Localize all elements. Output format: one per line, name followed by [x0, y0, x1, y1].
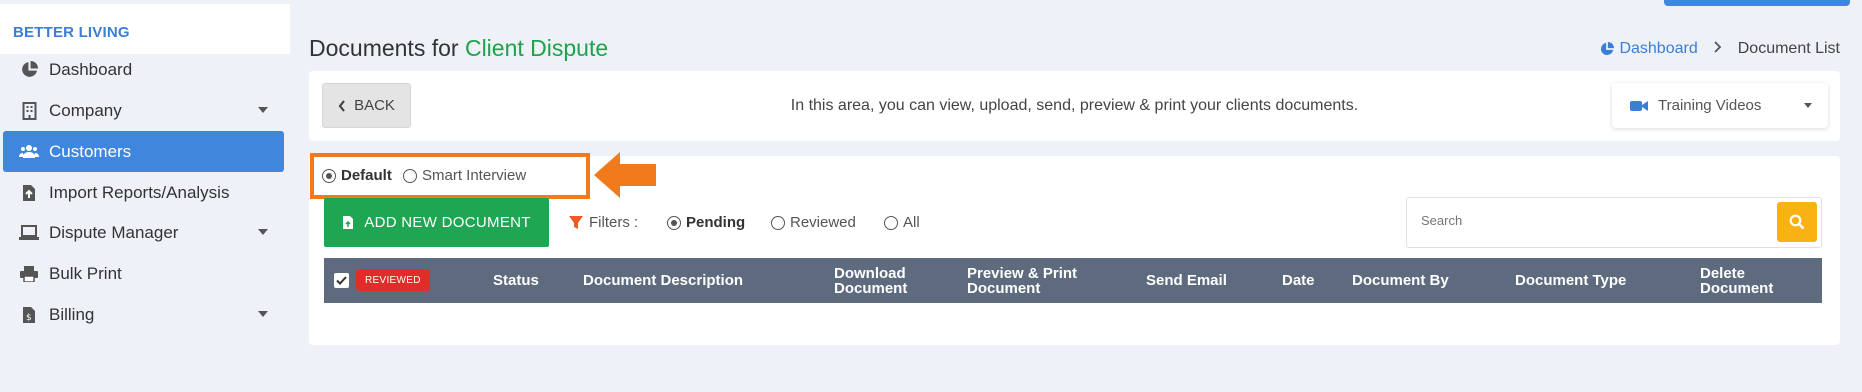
filter-icon: [569, 215, 583, 229]
check-icon: [336, 276, 347, 285]
search-box: [1406, 197, 1822, 248]
building-icon: [19, 101, 39, 121]
arrow-left-icon: [594, 152, 656, 198]
breadcrumb-home[interactable]: Dashboard: [1600, 40, 1698, 58]
column-preview-print-document: Preview & Print Document: [967, 264, 1078, 297]
back-button-label: BACK: [354, 97, 395, 114]
sidebar-item-dashboard[interactable]: Dashboard: [3, 46, 284, 93]
documents-table-header: REVIEWED Status Document Description Dow…: [324, 258, 1822, 303]
page-title-client: Client Dispute: [464, 35, 609, 61]
reviewed-badge[interactable]: REVIEWED: [356, 269, 430, 291]
column-send-email: Send Email: [1146, 272, 1227, 289]
sidebar-item-bulk-print[interactable]: Bulk Print: [3, 250, 284, 297]
filters-label-text: Filters :: [589, 214, 639, 231]
page-title: Documents for Client Dispute: [309, 35, 608, 62]
mode-default-radio[interactable]: Default: [322, 167, 392, 184]
search-button[interactable]: [1777, 202, 1817, 242]
radio-dot[interactable]: [884, 215, 898, 230]
sidebar-item-dispute-manager[interactable]: Dispute Manager: [3, 209, 284, 256]
search-icon: [1789, 214, 1805, 230]
radio-dot[interactable]: [667, 215, 681, 230]
brand-name: BETTER LIVING: [13, 24, 130, 41]
breadcrumb-current: Document List: [1737, 40, 1840, 57]
sidebar-item-company[interactable]: Company: [3, 87, 284, 134]
chevron-down-icon: [258, 107, 268, 113]
breadcrumb-home-label: Dashboard: [1619, 40, 1698, 57]
column-download-document: Download Document: [834, 264, 908, 297]
invoice-icon: $: [19, 305, 39, 325]
column-date: Date: [1282, 272, 1315, 289]
filter-all-radio[interactable]: All: [884, 214, 920, 231]
filter-reviewed-radio[interactable]: Reviewed: [771, 214, 856, 231]
search-input[interactable]: [1421, 213, 1761, 228]
chevron-down-icon: [258, 229, 268, 235]
column-document-by: Document By: [1352, 272, 1449, 289]
file-import-icon: [19, 183, 39, 203]
info-message: In this area, you can view, upload, send…: [790, 97, 1359, 114]
radio-dot[interactable]: [322, 168, 336, 183]
sidebar-item-customers[interactable]: Customers: [3, 131, 284, 172]
laptop-icon: [19, 223, 39, 243]
back-button[interactable]: BACK: [322, 83, 411, 128]
sidebar-item-label: Company: [49, 100, 122, 120]
column-status: Status: [493, 272, 539, 289]
filter-pending-label: Pending: [686, 214, 746, 231]
training-videos-label: Training Videos: [1658, 97, 1762, 114]
filter-reviewed-label: Reviewed: [790, 214, 856, 231]
filter-all-label: All: [903, 214, 920, 231]
sidebar: BETTER LIVING Dashboard Company Customer…: [0, 0, 290, 392]
filter-pending-radio[interactable]: Pending: [667, 214, 745, 231]
radio-dot[interactable]: [403, 168, 417, 183]
sidebar-item-label: Import Reports/Analysis: [49, 182, 230, 202]
users-icon: [19, 142, 39, 162]
sidebar-item-label: Dispute Manager: [49, 222, 179, 242]
radio-dot[interactable]: [771, 215, 785, 230]
sidebar-item-label: Billing: [49, 304, 95, 324]
breadcrumb: Dashboard Document List: [1600, 40, 1840, 58]
add-new-document-button[interactable]: ADD NEW DOCUMENT: [324, 198, 549, 247]
column-document-type: Document Type: [1515, 272, 1627, 289]
chevron-down-icon: [1804, 103, 1812, 108]
filters-label: Filters :: [569, 214, 638, 231]
top-right-tab[interactable]: [1664, 0, 1850, 6]
sidebar-item-label: Bulk Print: [49, 263, 122, 283]
pie-chart-icon: [19, 60, 39, 80]
video-camera-icon: [1630, 100, 1648, 111]
sidebar-item-billing[interactable]: $ Billing: [3, 291, 284, 338]
chevron-left-icon: [338, 99, 345, 112]
svg-text:$: $: [26, 313, 32, 323]
add-new-document-label: ADD NEW DOCUMENT: [364, 214, 531, 231]
mode-smart-interview-label: Smart Interview: [422, 167, 527, 184]
page-title-prefix: Documents for: [309, 35, 459, 61]
sidebar-item-label: Dashboard: [49, 59, 133, 79]
info-bar: In this area, you can view, upload, send…: [309, 71, 1840, 141]
pie-chart-icon: [1601, 42, 1615, 56]
mode-default-label: Default: [341, 167, 392, 184]
select-all-checkbox[interactable]: [334, 273, 349, 288]
mode-smart-interview-radio[interactable]: Smart Interview: [403, 167, 526, 184]
sidebar-item-label: Customers: [49, 141, 132, 161]
chevron-right-icon: [1714, 40, 1722, 58]
chevron-down-icon: [258, 311, 268, 317]
column-document-description: Document Description: [583, 272, 744, 289]
mode-highlight-box: Default Smart Interview: [310, 153, 590, 199]
printer-icon: [19, 264, 39, 284]
file-upload-icon: [343, 216, 354, 229]
column-delete-document: Delete Document: [1700, 264, 1774, 297]
training-videos-dropdown[interactable]: Training Videos: [1612, 83, 1828, 128]
